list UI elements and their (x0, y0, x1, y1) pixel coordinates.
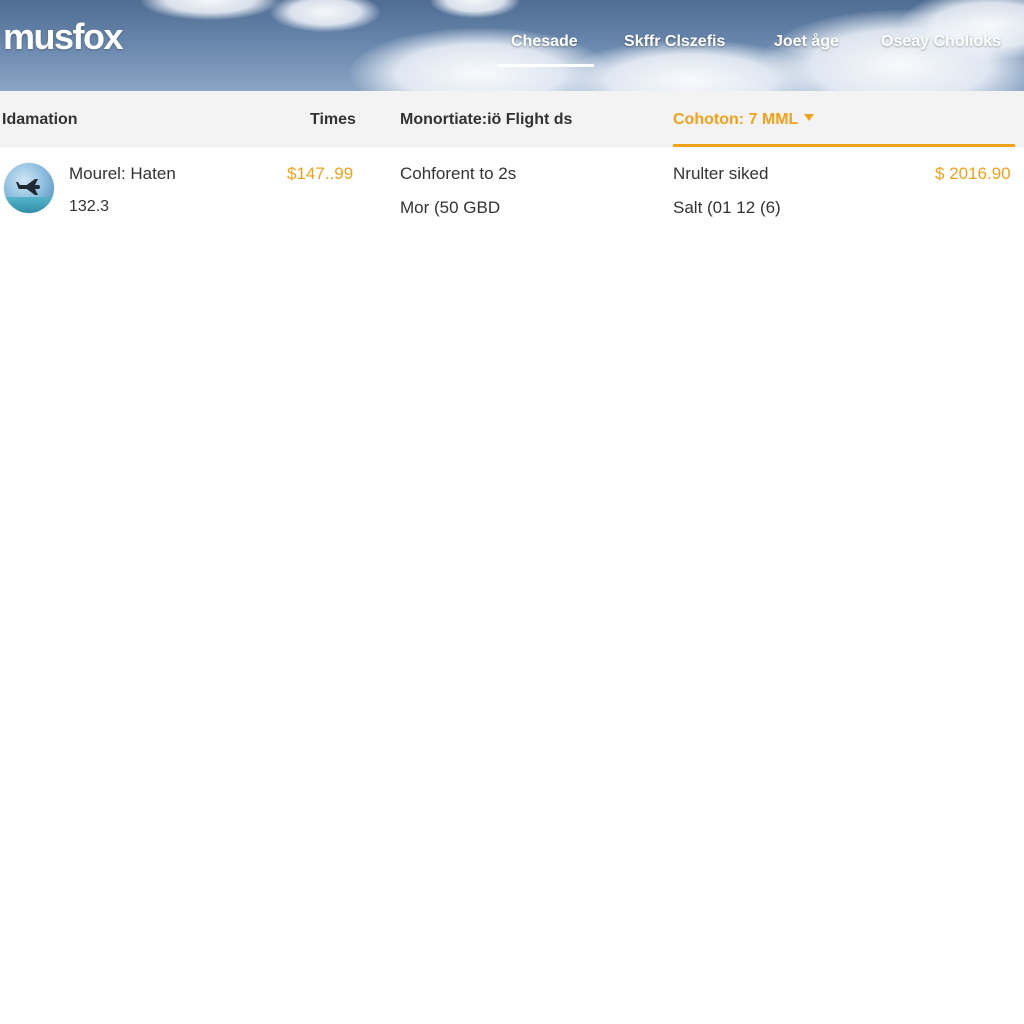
result-total-price: $ 2016.90 (935, 164, 1011, 183)
result-code: 132.3 (69, 198, 110, 215)
nav-active-indicator (497, 64, 594, 67)
result-row[interactable] (0, 147, 1024, 227)
sort-dropdown[interactable]: Cohoton: 7 MML (673, 111, 815, 129)
airplane-thumbnail-icon (4, 163, 54, 213)
nav-item-1[interactable]: Chesade (511, 33, 578, 51)
column-header-1[interactable]: Idamation (2, 111, 78, 129)
result-detail-line2: Mor (50 GBD (400, 198, 501, 217)
page: musfox Chesade Skffr Clszefis Joet åge O… (0, 0, 1024, 1024)
result-detail-line1: Cohforent to 2s (400, 164, 517, 183)
nav-item-3[interactable]: Joet åge (774, 33, 839, 51)
caret-down-icon (804, 114, 815, 121)
column-header-2[interactable]: Times (310, 111, 356, 129)
top-banner: musfox Chesade Skffr Clszefis Joet åge O… (0, 0, 1024, 91)
column-header-3[interactable]: Monortiate:iö Flight ds (400, 111, 572, 129)
cloud-decoration (430, 0, 520, 18)
result-info-line1: Nrulter siked (673, 164, 769, 183)
result-price: $147..99 (287, 164, 354, 183)
airplane-icon (16, 179, 40, 195)
cloud-decoration (140, 0, 280, 20)
brand-logo[interactable]: musfox (3, 16, 124, 58)
nav-item-4[interactable]: Oseay Cholioks (881, 33, 1001, 51)
result-name: Mourel: Haten (69, 164, 176, 183)
nav-item-2[interactable]: Skffr Clszefis (624, 33, 725, 51)
results-column-header: Idamation Times Monortiate:iö Flight ds … (0, 91, 1024, 147)
cloud-decoration (270, 0, 380, 32)
result-info-line2: Salt (01 12 (6) (673, 198, 781, 217)
sort-dropdown-label: Cohoton: 7 MML (673, 111, 799, 128)
